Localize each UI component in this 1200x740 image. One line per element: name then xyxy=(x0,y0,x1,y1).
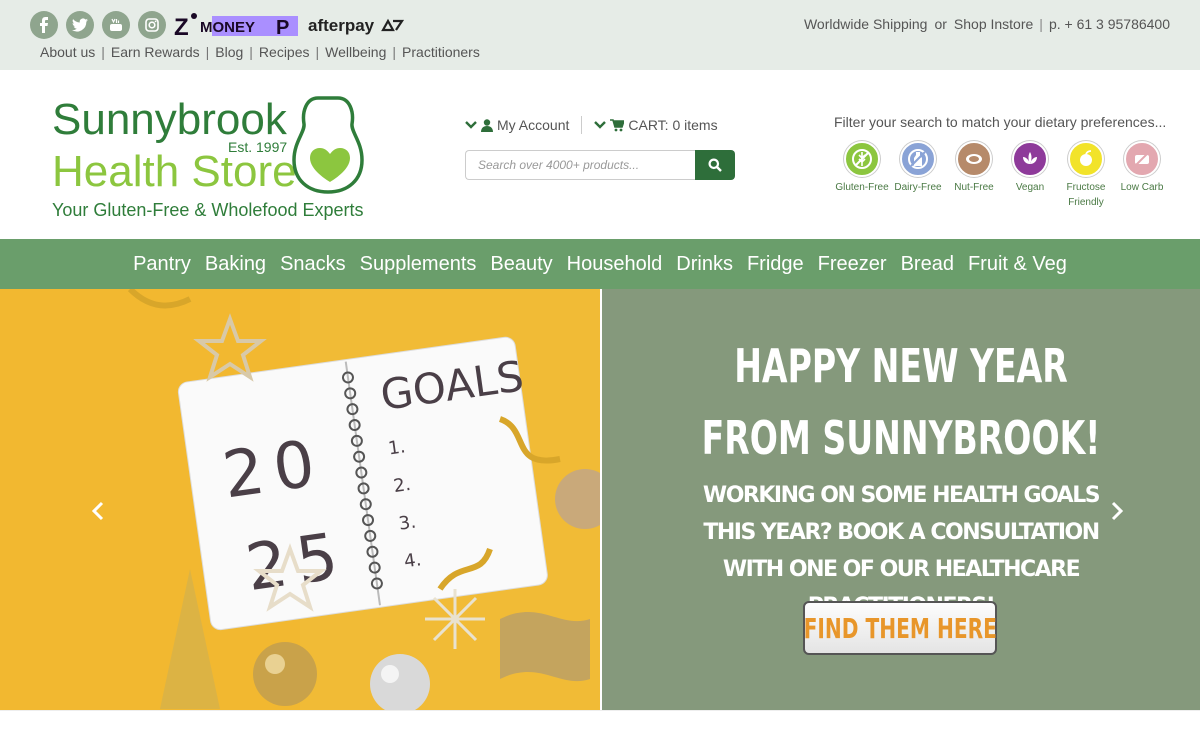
filter-label: Vegan xyxy=(1015,182,1045,193)
svg-text:Z: Z xyxy=(174,14,189,39)
link-blog[interactable]: Blog xyxy=(215,44,243,60)
notebook-list-1: 1. xyxy=(387,436,407,459)
top-bar: Z MONEY P afterpay About us | Earn Reward… xyxy=(0,0,1200,70)
user-icon xyxy=(481,118,493,132)
nav-baking[interactable]: Baking xyxy=(198,253,273,276)
nav-fridge[interactable]: Fridge xyxy=(740,253,811,276)
nav-drinks[interactable]: Drinks xyxy=(669,253,740,276)
afterpay-logo[interactable]: afterpay xyxy=(308,13,405,37)
link-separator: | xyxy=(101,44,105,60)
filter-label: Fructose Friendly xyxy=(1066,182,1106,208)
hero-image: GOALS 20 25 1. 2. 3. 4. xyxy=(0,289,600,710)
cart-menu[interactable]: CART: 0 items xyxy=(594,117,718,133)
facebook-icon[interactable] xyxy=(30,11,58,39)
top-links: About us | Earn Rewards | Blog | Recipes | W… xyxy=(40,44,480,60)
hero-carousel: GOALS 20 25 1. 2. 3. 4. HAPPY NEW YEAR F… xyxy=(0,289,1200,710)
notebook-list-2: 2. xyxy=(392,474,412,497)
chevron-right-icon xyxy=(1111,501,1124,521)
carousel-prev-button[interactable] xyxy=(86,499,110,523)
dietary-filters: Gluten-Free Dairy-Free Nut-Free Vegan Fr… xyxy=(834,141,1170,210)
top-right-info: Worldwide Shipping or Shop Instore | p. … xyxy=(804,16,1170,32)
vegan-icon xyxy=(1012,141,1048,177)
zip-money-logo[interactable]: Z MONEY P xyxy=(174,11,298,41)
my-account-label: My Account xyxy=(497,117,570,133)
link-separator: | xyxy=(315,44,320,60)
link-earn-rewards[interactable]: Earn Rewards xyxy=(111,44,200,60)
cart-icon xyxy=(610,118,625,131)
nav-snacks[interactable]: Snacks xyxy=(273,253,353,276)
hero-promo-panel: HAPPY NEW YEAR FROM SUNNYBROOK! WORKING … xyxy=(602,289,1200,710)
chevron-left-icon xyxy=(91,501,104,521)
filter-vegan[interactable]: Vegan xyxy=(1002,141,1058,210)
account-divider xyxy=(581,116,583,134)
store-logo[interactable]: Sunnybrook Health Store Est. 1997 Your G… xyxy=(50,90,370,225)
nav-freezer[interactable]: Freezer xyxy=(811,253,894,276)
search-button[interactable] xyxy=(695,150,735,180)
search-icon xyxy=(708,158,722,172)
svg-text:MONEY: MONEY xyxy=(200,19,255,36)
afterpay-wordmark: afterpay xyxy=(308,16,375,35)
hero-headline-line1: HAPPY NEW YEAR xyxy=(734,339,1068,393)
nav-bread[interactable]: Bread xyxy=(894,253,961,276)
hero-headline-line2: FROM SUNNYBROOK! xyxy=(701,411,1101,465)
notebook-list-4: 4. xyxy=(403,549,423,572)
nav-household[interactable]: Household xyxy=(560,253,670,276)
or-text: or xyxy=(934,16,947,32)
filter-label: Low Carb xyxy=(1120,182,1164,193)
cart-label: CART: 0 items xyxy=(628,117,718,133)
phone-number[interactable]: p. + 61 3 95786400 xyxy=(1049,16,1170,32)
link-separator: | xyxy=(205,44,210,60)
nut-free-icon xyxy=(956,141,992,177)
filter-nut-free[interactable]: Nut-Free xyxy=(946,141,1002,210)
search-input[interactable] xyxy=(465,150,695,180)
nav-pantry[interactable]: Pantry xyxy=(126,253,198,276)
link-recipes[interactable]: Recipes xyxy=(259,44,310,60)
cta-label: FIND THEM HERE xyxy=(803,611,997,645)
fructose-friendly-icon xyxy=(1068,141,1104,177)
logo-line1: Sunnybrook xyxy=(52,95,288,144)
nav-supplements[interactable]: Supplements xyxy=(353,253,484,276)
chevron-down-icon xyxy=(465,121,477,129)
twitter-icon[interactable] xyxy=(66,11,94,39)
shop-instore-link[interactable]: Shop Instore xyxy=(954,16,1033,32)
youtube-icon[interactable] xyxy=(102,11,130,39)
filter-label: Nut-Free xyxy=(954,182,994,193)
filter-dairy-free[interactable]: Dairy-Free xyxy=(890,141,946,210)
account-bar: My Account CART: 0 items xyxy=(465,116,718,134)
filter-fructose-friendly[interactable]: Fructose Friendly xyxy=(1058,141,1114,210)
worldwide-shipping-link[interactable]: Worldwide Shipping xyxy=(804,16,927,32)
instagram-icon[interactable] xyxy=(138,11,166,39)
low-carb-icon xyxy=(1124,141,1160,177)
carousel-next-button[interactable] xyxy=(1105,499,1129,523)
logo-est: Est. 1997 xyxy=(228,139,287,155)
my-account-menu[interactable]: My Account xyxy=(465,117,569,133)
info-separator: | xyxy=(1039,16,1043,32)
chevron-down-icon xyxy=(594,121,607,129)
link-about-us[interactable]: About us xyxy=(40,44,95,60)
link-practitioners[interactable]: Practitioners xyxy=(402,44,480,60)
heart-icon xyxy=(310,148,350,182)
search-bar xyxy=(465,150,735,180)
nav-fruit-veg[interactable]: Fruit & Veg xyxy=(961,253,1074,276)
link-wellbeing[interactable]: Wellbeing xyxy=(325,44,386,60)
filter-label: Gluten-Free xyxy=(835,182,889,193)
logo-tagline: Your Gluten-Free & Wholefood Experts xyxy=(52,200,364,220)
filter-title: Filter your search to match your dietary… xyxy=(834,114,1167,130)
nav-beauty[interactable]: Beauty xyxy=(483,253,559,276)
notebook-year-top: 20 xyxy=(218,426,329,513)
dairy-free-icon xyxy=(900,141,936,177)
page-bottom xyxy=(0,710,1200,740)
notebook-list-3: 3. xyxy=(397,512,417,535)
svg-text:P: P xyxy=(276,17,289,39)
find-them-here-button[interactable]: FIND THEM HERE xyxy=(803,601,997,655)
link-separator: | xyxy=(249,44,253,60)
filter-low-carb[interactable]: Low Carb xyxy=(1114,141,1170,210)
filter-label: Dairy-Free xyxy=(894,182,942,193)
filter-gluten-free[interactable]: Gluten-Free xyxy=(834,141,890,210)
gluten-free-icon xyxy=(844,141,880,177)
category-nav: Pantry Baking Snacks Supplements Beauty … xyxy=(0,239,1200,289)
link-separator: | xyxy=(392,44,397,60)
